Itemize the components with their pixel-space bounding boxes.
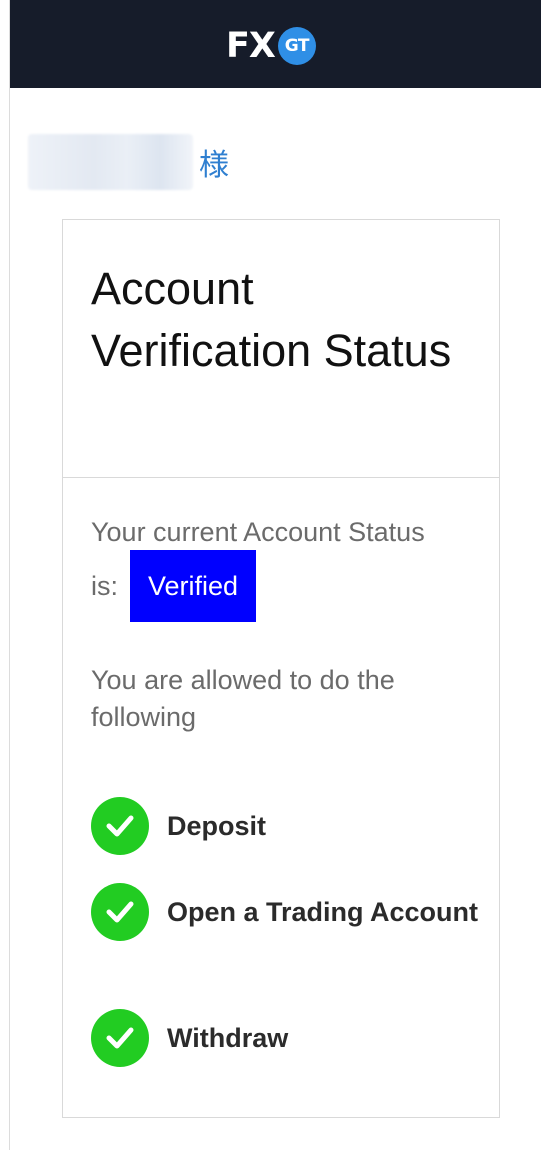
card-header: Account Verification Status: [63, 220, 499, 478]
check-circle-icon: [91, 797, 149, 855]
status-is-label: is:: [91, 570, 118, 601]
check-circle-icon: [91, 883, 149, 941]
honorific: 様: [199, 148, 229, 183]
logo-badge: GT: [277, 27, 316, 65]
greeting: 様: [28, 134, 229, 190]
status-badge: Verified: [130, 550, 257, 622]
fxgt-logo[interactable]: FX GT: [226, 26, 316, 66]
permission-open-trading-account: Open a Trading Account: [91, 883, 481, 944]
permission-deposit: Deposit: [91, 797, 481, 858]
verification-card: Account Verification Status Your current…: [62, 219, 500, 1118]
status-text: Your current Account Status: [91, 517, 425, 547]
permission-label: Withdraw: [167, 1023, 289, 1053]
page-title: Account Verification Status: [91, 263, 452, 376]
email-page: FX GT 様 Account Verification Status Your…: [9, 0, 541, 1150]
permission-withdraw: Withdraw: [91, 1009, 481, 1070]
check-circle-icon: [91, 1009, 149, 1067]
allowed-actions-text: You are allowed to do the following: [91, 665, 395, 732]
permission-label: Deposit: [167, 811, 267, 841]
logo-text: FX: [226, 26, 276, 66]
header-bar: FX GT: [10, 0, 541, 88]
redacted-name: [28, 134, 193, 190]
permission-label: Open a Trading Account: [167, 897, 479, 927]
status-row: is: Verified: [91, 550, 257, 622]
